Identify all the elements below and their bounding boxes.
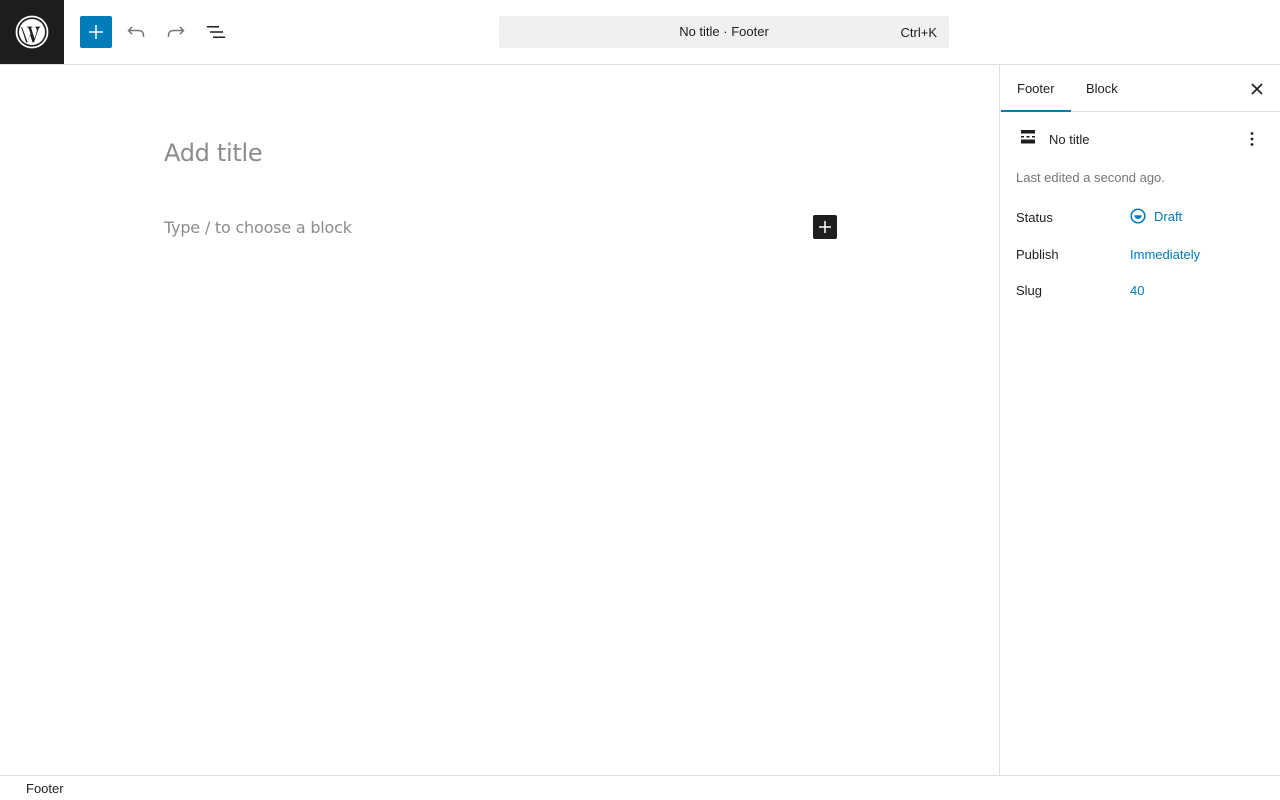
status-toggle-button[interactable]: Draft [1130,208,1182,224]
sidebar-tabs: Footer Block [1000,65,1280,112]
last-edited-text: Last edited a second ago. [1016,170,1165,185]
default-block-appender[interactable]: Type / to choose a block [164,218,352,237]
editor-canvas: Add title Type / to choose a block [0,65,999,775]
document-overview-button[interactable] [200,16,232,48]
status-label: Status [1016,210,1053,225]
wordpress-logo-button[interactable] [0,0,64,64]
slug-row: Slug 40 [1016,283,1266,307]
inline-block-inserter-button[interactable] [813,215,837,239]
plus-icon [89,25,103,39]
tab-footer[interactable]: Footer [1001,65,1071,112]
template-part-footer-icon [1021,130,1035,144]
tab-block[interactable]: Block [1070,65,1134,112]
settings-sidebar: Footer Block No title Last edited a seco… [999,65,1280,775]
document-card-title: No title [1049,132,1090,147]
undo-icon [127,26,145,37]
redo-icon [167,26,185,37]
status-value: Draft [1154,208,1183,224]
publish-row: Publish Immediately [1016,247,1266,271]
slug-label: Slug [1016,283,1043,298]
command-shortcut-hint: Ctrl+K [900,25,937,40]
publish-date-button[interactable]: Immediately [1130,247,1200,262]
document-title: No title · Footer [679,24,769,39]
wordpress-logo-icon [15,15,49,49]
undo-button[interactable] [120,16,152,48]
slug-button[interactable]: 40 [1130,283,1144,298]
redo-button[interactable] [160,16,192,48]
breadcrumb-root[interactable]: Footer [26,781,64,796]
block-breadcrumb-bar: Footer [0,775,1280,800]
document-card-header: No title [1016,127,1266,151]
more-vertical-icon [1250,132,1254,146]
list-view-icon [207,26,225,38]
close-settings-button[interactable] [1245,77,1269,101]
draft-circle-icon [1130,208,1146,224]
document-actions-button[interactable] [1242,127,1262,151]
publish-label: Publish [1016,247,1059,262]
editor-header: No title · Footer Ctrl+K [0,0,1280,65]
post-title-input[interactable]: Add title [164,139,263,167]
block-inserter-toggle-button[interactable] [80,16,112,48]
close-icon [1251,83,1263,95]
status-row: Status Draft [1016,208,1266,234]
command-palette-bar[interactable]: No title · Footer Ctrl+K [499,16,949,48]
plus-icon [819,221,831,233]
